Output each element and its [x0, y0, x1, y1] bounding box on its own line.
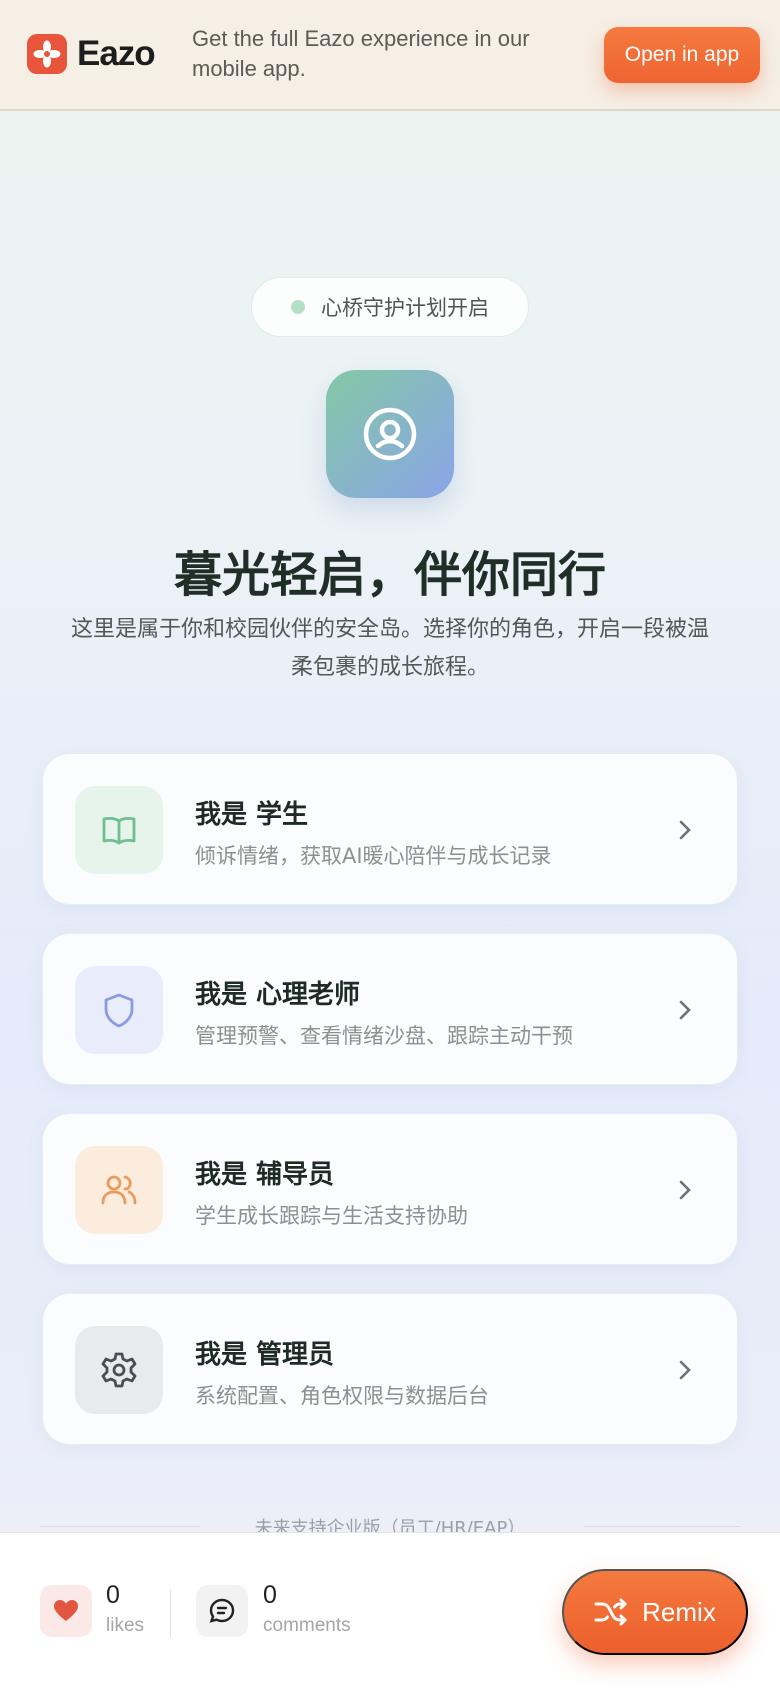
- role-description: 系统配置、角色权限与数据后台: [195, 1384, 489, 1408]
- role-card-admin[interactable]: 我是 管理员 系统配置、角色权限与数据后台: [42, 1293, 738, 1445]
- brand-name: Eazo: [77, 34, 156, 73]
- users-icon: [75, 1146, 163, 1234]
- page-subtitle: 这里是属于你和校园伙伴的安全岛。选择你的角色，开启一段被温柔包裹的成长旅程。: [70, 617, 709, 680]
- role-title: 我是 学生: [195, 800, 309, 830]
- role-description: 倾诉情绪，获取AI暖心陪伴与成长记录: [195, 844, 552, 868]
- eazo-logo-icon: [27, 34, 67, 74]
- role-title: 我是 辅导员: [195, 1160, 335, 1190]
- book-open-icon: [75, 786, 163, 874]
- shuffle-icon: [594, 1598, 627, 1626]
- remix-label: Remix: [642, 1596, 716, 1627]
- page-title: 暮光轻启，伴你同行: [173, 547, 606, 603]
- open-in-app-button[interactable]: Open in app: [604, 27, 760, 83]
- status-pill: 心桥守护计划开启: [251, 277, 529, 337]
- comments-count: 0: [263, 1581, 277, 1609]
- heart-icon[interactable]: [40, 1585, 92, 1637]
- role-card-student[interactable]: 我是 学生 倾诉情绪，获取AI暖心陪伴与成长记录: [42, 753, 738, 905]
- role-title: 我是 心理老师: [195, 980, 361, 1010]
- app-banner: Eazo Get the full Eazo experience in our…: [0, 0, 780, 111]
- user-shield-icon: [326, 370, 454, 498]
- chevron-right-icon: [669, 814, 701, 846]
- status-pill-text: 心桥守护计划开启: [321, 296, 489, 320]
- bottom-bar: 0 likes 0 comments Remix: [0, 1532, 780, 1688]
- gear-icon: [75, 1326, 163, 1414]
- chevron-right-icon: [669, 1354, 701, 1386]
- role-description: 管理预警、查看情绪沙盘、跟踪主动干预: [195, 1024, 573, 1048]
- status-dot-icon: [291, 300, 305, 314]
- brand: Eazo: [27, 34, 156, 74]
- shield-icon: [75, 966, 163, 1054]
- chevron-right-icon: [669, 1174, 701, 1206]
- divider: [584, 1526, 740, 1527]
- role-title: 我是 管理员: [195, 1340, 335, 1370]
- role-card-counselor[interactable]: 我是 辅导员 学生成长跟踪与生活支持协助: [42, 1113, 738, 1265]
- role-card-psych-teacher[interactable]: 我是 心理老师 管理预警、查看情绪沙盘、跟踪主动干预: [42, 933, 738, 1085]
- likes-count: 0: [106, 1581, 120, 1609]
- role-description: 学生成长跟踪与生活支持协助: [195, 1204, 468, 1228]
- comments-label: comments: [263, 1615, 351, 1636]
- chevron-right-icon: [669, 994, 701, 1026]
- remix-button[interactable]: Remix: [562, 1569, 748, 1655]
- banner-message: Get the full Eazo experience in our mobi…: [192, 26, 530, 81]
- likes-label: likes: [106, 1615, 145, 1636]
- divider: [170, 1589, 171, 1637]
- comment-icon[interactable]: [196, 1585, 248, 1637]
